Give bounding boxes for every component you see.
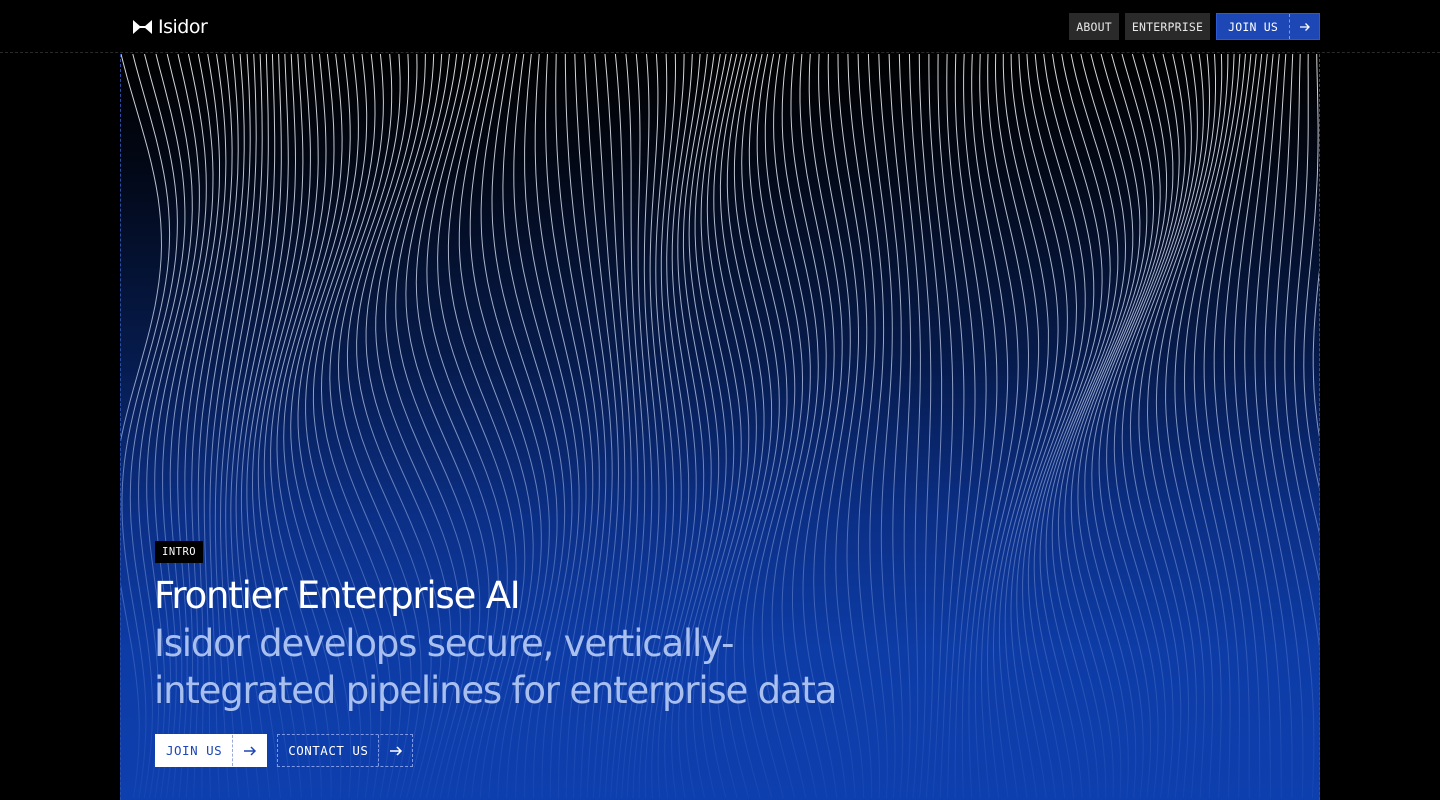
wave-line [993,54,1049,799]
hero-subtitle: Isidor develops secure, vertically-integ… [154,622,837,712]
nav-join-us-button[interactable]: JOIN US [1216,13,1320,40]
arrow-right-icon [1289,14,1319,39]
bowtie-logo-icon [133,20,152,34]
wave-line [946,54,976,799]
wave-line [1312,269,1319,438]
cta-row: JOIN US CONTACT US [155,734,414,767]
arrow-right-icon [378,735,412,766]
nav-enterprise-button[interactable]: ENTERPRISE [1124,13,1211,40]
contact-us-label: CONTACT US [288,743,369,758]
wave-line [1293,54,1319,534]
arrow-right-icon [232,735,266,766]
nav-join-us-label: JOIN US [1228,19,1278,34]
join-us-button[interactable]: JOIN US [155,734,268,767]
hero-title: Frontier Enterprise AI [154,574,521,617]
wave-line [1027,54,1103,799]
intro-tag: INTRO [155,541,204,563]
hero-section: INTRO Frontier Enterprise AI Isidor deve… [120,54,1320,800]
top-navigation-bar: Isidor ABOUT ENTERPRISE JOIN US [0,0,1440,53]
contact-us-button[interactable]: CONTACT US [277,734,414,767]
wave-line [961,54,998,799]
wave-line [1064,54,1148,799]
main-nav: ABOUT ENTERPRISE JOIN US [1069,13,1320,40]
wave-line [1106,54,1186,799]
wave-line [1223,54,1271,798]
wave-line [1039,54,1119,799]
brand-name: Isidor [158,16,208,38]
brand-logo[interactable]: Isidor [133,16,208,38]
join-us-label: JOIN US [166,743,223,758]
wave-line [1121,54,1198,799]
nav-about-button[interactable]: ABOUT [1069,13,1119,40]
